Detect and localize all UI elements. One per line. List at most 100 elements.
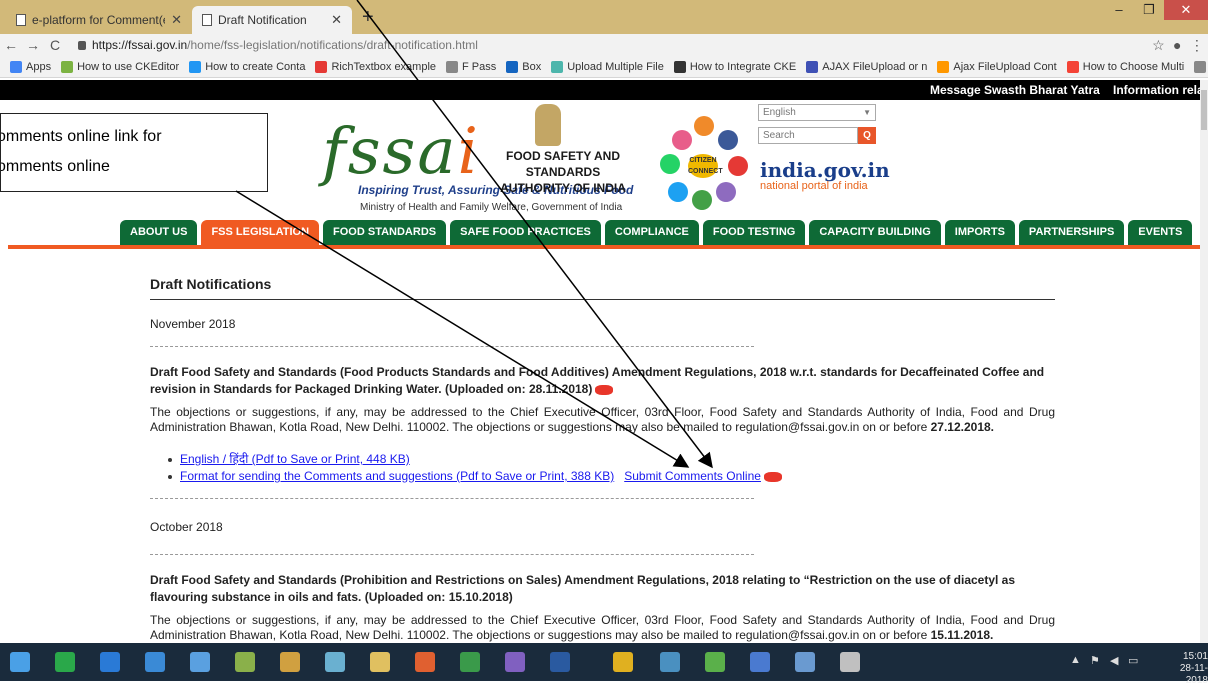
app-icon[interactable]	[705, 652, 725, 672]
url-host: https://fssai.gov.in	[92, 38, 188, 52]
app-icon[interactable]	[660, 652, 680, 672]
firefox-icon[interactable]	[415, 652, 435, 672]
visual-studio-icon[interactable]	[505, 652, 525, 672]
search-button[interactable]: Q	[858, 127, 876, 144]
twitter-icon[interactable]	[668, 182, 688, 202]
bookmark-favicon-icon	[551, 60, 564, 73]
store-icon[interactable]	[55, 652, 75, 672]
folder-icon[interactable]	[370, 652, 390, 672]
phone-icon[interactable]	[694, 116, 714, 136]
notification-chevron-icon[interactable]: ▲	[1070, 654, 1081, 666]
nav-item-partnerships[interactable]: PARTNERSHIPS	[1018, 220, 1125, 245]
nav-item-fss-legislation[interactable]: FSS LEGISLATION	[201, 220, 320, 245]
flag-icon[interactable]: ⚑	[1090, 654, 1100, 667]
app-icon[interactable]	[840, 652, 860, 672]
pdf-link-english-hindi[interactable]: English / हिंदी (Pdf to Save or Print, 4…	[180, 452, 410, 466]
bookmark-item[interactable]: RichTextbox example	[315, 60, 437, 73]
window-close-icon[interactable]: ✕	[1164, 0, 1208, 20]
bookmark-item[interactable]: How to use CKEditor	[61, 60, 179, 73]
system-clock[interactable]: 15:01 28-11-2018	[1158, 651, 1208, 687]
email-icon[interactable]	[672, 130, 692, 150]
india-gov-logo[interactable]: india.gov.in	[760, 158, 890, 182]
app-icon[interactable]	[750, 652, 770, 672]
menu-dots-icon[interactable]: ⋮	[1190, 37, 1204, 54]
app-icon[interactable]	[235, 652, 255, 672]
new-tab-button[interactable]: +	[362, 6, 374, 29]
bookmark-label: Ajax FileUpload Cont	[953, 60, 1057, 73]
star-icon[interactable]: ☆	[1152, 37, 1165, 54]
restore-icon[interactable]: ❐	[1134, 0, 1164, 20]
notification-body: The objections or suggestions, if any, m…	[150, 613, 1055, 642]
tab-eplatform[interactable]: e-platform for Comment(ePC) ✕	[6, 6, 192, 34]
bookmark-item[interactable]: Box	[506, 60, 541, 73]
whatsapp-icon[interactable]	[660, 154, 680, 174]
submit-comments-online-link[interactable]: Submit Comments Online	[624, 469, 761, 483]
app-icon[interactable]	[795, 652, 815, 672]
main-nav: ABOUT US FSS LEGISLATION FOOD STANDARDS SAF…	[120, 220, 1193, 245]
bookmark-item[interactable]: comments	[1194, 60, 1208, 73]
nav-underline	[8, 245, 1200, 249]
mail-icon[interactable]	[145, 652, 165, 672]
back-arrow-icon[interactable]: ←	[0, 37, 22, 53]
bookmark-label: AJAX FileUpload or n	[822, 60, 928, 73]
format-comments-link[interactable]: Format for sending the Comments and sugg…	[180, 469, 614, 483]
annotation-callout: omments online link for omments online	[0, 113, 268, 192]
search-input[interactable]: Search	[758, 127, 858, 144]
forward-arrow-icon[interactable]: →	[22, 37, 44, 53]
bookmark-label: RichTextbox example	[331, 60, 437, 73]
ticker-item[interactable]: Information rela	[1113, 80, 1200, 100]
bookmark-item[interactable]: Upload Multiple File	[551, 60, 664, 73]
nav-item-food-testing[interactable]: FOOD TESTING	[702, 220, 806, 245]
reload-icon[interactable]: C	[44, 37, 66, 53]
excel-icon[interactable]	[460, 652, 480, 672]
volume-icon[interactable]: ◀	[1110, 654, 1118, 667]
chrome-icon[interactable]	[613, 652, 633, 672]
network-icon[interactable]: ▭	[1128, 654, 1138, 667]
bookmark-label: F Pass	[462, 60, 497, 73]
youtube-icon[interactable]	[728, 156, 748, 176]
fssai-logo[interactable]: fssai	[322, 120, 480, 184]
window-controls: – ❐ ✕	[1104, 0, 1208, 20]
page-scrollbar[interactable]	[1200, 80, 1208, 643]
bookmark-item[interactable]: How to Integrate CKE	[673, 60, 796, 73]
minimize-icon[interactable]: –	[1104, 0, 1134, 20]
close-tab-icon[interactable]: ✕	[171, 12, 182, 28]
bookmark-item[interactable]: Ajax FileUpload Cont	[937, 60, 1057, 73]
bookmark-item[interactable]: How to create Conta	[189, 60, 305, 73]
bookmark-favicon-icon	[189, 60, 202, 73]
word-icon[interactable]	[550, 652, 570, 672]
bookmark-favicon-icon	[1194, 60, 1207, 73]
scrollbar-thumb[interactable]	[1201, 90, 1207, 130]
nav-item-compliance[interactable]: COMPLIANCE	[604, 220, 699, 245]
document-icon	[202, 14, 212, 26]
tab-draft-notification[interactable]: Draft Notification ✕	[192, 6, 352, 34]
ie-icon[interactable]	[100, 652, 120, 672]
bookmark-item[interactable]: Apps	[10, 60, 52, 73]
nav-item-capacity-building[interactable]: CAPACITY BUILDING	[809, 220, 941, 245]
ticker-item[interactable]: Message Swasth Bharat Yatra	[930, 80, 1100, 100]
citizen-connect-widget[interactable]: CITIZEN CONNECT	[654, 112, 750, 210]
notification-links: English / हिंदी (Pdf to Save or Print, 4…	[168, 451, 782, 485]
close-tab-icon[interactable]: ✕	[331, 12, 342, 28]
profile-icon[interactable]: ●	[1173, 37, 1181, 54]
facebook-icon[interactable]	[718, 130, 738, 150]
windows-start-icon[interactable]	[10, 652, 30, 672]
app-icon[interactable]	[325, 652, 345, 672]
bookmark-item[interactable]: F Pass	[446, 60, 497, 73]
address-bar[interactable]: https://fssai.gov.in/home/fss-legislatio…	[78, 38, 1148, 52]
list-item: English / हिंदी (Pdf to Save or Print, 4…	[168, 451, 782, 468]
globe-icon[interactable]	[716, 182, 736, 202]
nav-item-about-us[interactable]: ABOUT US	[120, 220, 198, 245]
tab-title: e-platform for Comment(ePC)	[32, 13, 165, 27]
app-icon[interactable]	[280, 652, 300, 672]
nav-item-safe-food-practices[interactable]: SAFE FOOD PRACTICES	[450, 220, 601, 245]
bookmark-label: Apps	[26, 60, 52, 73]
nav-item-imports[interactable]: IMPORTS	[944, 220, 1015, 245]
bookmark-item[interactable]: How to Choose Multi	[1066, 60, 1184, 73]
android-icon[interactable]	[692, 190, 712, 210]
bookmark-item[interactable]: AJAX FileUpload or n	[806, 60, 928, 73]
language-select[interactable]: English ▼	[758, 104, 876, 121]
nav-item-food-standards[interactable]: FOOD STANDARDS	[323, 220, 447, 245]
home-icon[interactable]	[190, 652, 210, 672]
nav-item-events[interactable]: EVENTS	[1128, 220, 1193, 245]
